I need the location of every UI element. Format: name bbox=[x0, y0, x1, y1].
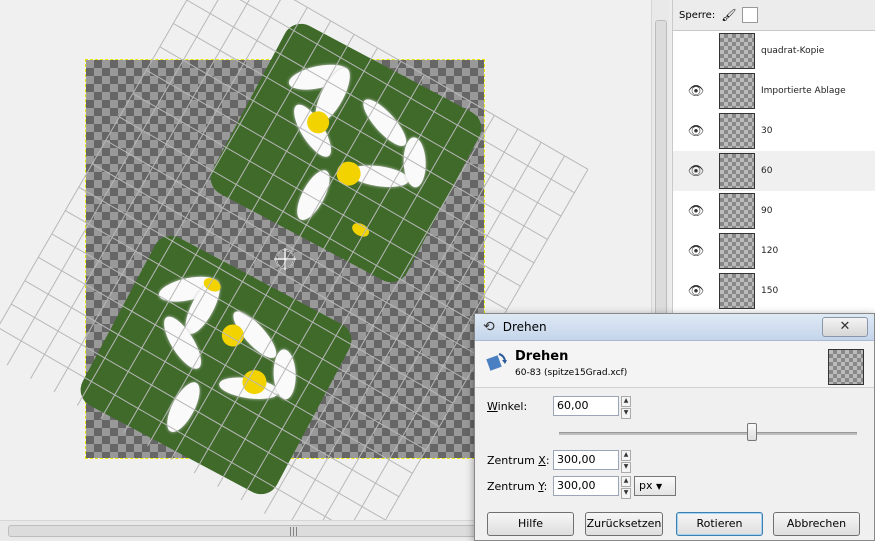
close-icon: ✕ bbox=[839, 319, 851, 334]
layers-panel: Sperre: 🖌 quadrat-Kopie 👁 Importierte Abla… bbox=[672, 0, 875, 320]
eye-icon[interactable]: 👁 bbox=[681, 284, 711, 299]
layer-thumbnail bbox=[719, 193, 755, 229]
layer-thumbnail bbox=[719, 233, 755, 269]
layer-thumbnail bbox=[719, 153, 755, 189]
dialog-titlebar[interactable]: ⟲ Drehen ✕ bbox=[475, 314, 874, 341]
lock-alpha-icon[interactable] bbox=[742, 7, 759, 23]
reset-button[interactable]: Zurücksetzen bbox=[585, 512, 663, 536]
layer-preview-thumbnail bbox=[828, 349, 864, 385]
close-button[interactable]: ✕ bbox=[822, 317, 868, 337]
layer-name: quadrat-Kopie bbox=[761, 46, 825, 56]
rotate-button[interactable]: Rotieren bbox=[676, 512, 763, 536]
unit-select[interactable]: px ▼ bbox=[634, 476, 676, 496]
layer-thumbnail bbox=[719, 273, 755, 309]
rotate-dialog: ⟲ Drehen ✕ Drehen 60-83 (spitze15Grad.xc… bbox=[474, 313, 875, 541]
layer-row[interactable]: 👁 120 bbox=[673, 231, 875, 271]
eye-icon[interactable]: 👁 bbox=[681, 164, 711, 179]
layer-thumbnail bbox=[719, 33, 755, 69]
layer-row[interactable]: quadrat-Kopie bbox=[673, 31, 875, 71]
rotation-center-icon[interactable] bbox=[274, 248, 296, 270]
layer-list: quadrat-Kopie 👁 Importierte Ablage 👁 30 👁 60 👁 9… bbox=[673, 31, 875, 311]
eye-icon[interactable]: 👁 bbox=[681, 84, 711, 99]
grip-icon: ||| bbox=[289, 527, 299, 537]
center-x-stepper[interactable]: ▲ ▼ bbox=[621, 450, 631, 473]
vertical-scroll-thumb[interactable] bbox=[655, 20, 667, 322]
center-x-label: Zentrum X: bbox=[487, 454, 550, 467]
angle-input[interactable]: 60,00 bbox=[553, 396, 619, 416]
layer-row[interactable]: 👁 150 bbox=[673, 271, 875, 311]
eye-icon[interactable]: 👁 bbox=[681, 204, 711, 219]
help-button[interactable]: Hilfe bbox=[487, 512, 574, 536]
center-y-label: Zentrum Y: bbox=[487, 480, 548, 493]
dialog-header: Drehen 60-83 (spitze15Grad.xcf) bbox=[475, 341, 874, 388]
dialog-heading: Drehen bbox=[515, 349, 569, 364]
angle-label: Winkel: bbox=[487, 400, 528, 413]
layer-row[interactable]: 👁 30 bbox=[673, 111, 875, 151]
unit-value: px bbox=[639, 479, 653, 492]
center-y-stepper[interactable]: ▲ ▼ bbox=[621, 476, 631, 499]
chevron-down-icon: ▼ bbox=[656, 482, 663, 491]
angle-stepper[interactable]: ▲ ▼ bbox=[621, 396, 631, 419]
layer-thumbnail bbox=[719, 73, 755, 109]
center-y-input[interactable]: 300,00 bbox=[553, 476, 619, 496]
lock-pixels-icon[interactable]: 🖌 bbox=[721, 8, 736, 22]
layer-name: 30 bbox=[761, 126, 773, 136]
cancel-button[interactable]: Abbrechen bbox=[773, 512, 860, 536]
dialog-subtitle: 60-83 (spitze15Grad.xcf) bbox=[515, 368, 628, 378]
rotate-tool-icon: ⟲ bbox=[483, 319, 495, 335]
angle-slider-track[interactable] bbox=[559, 432, 857, 435]
layer-name: Importierte Ablage bbox=[761, 86, 846, 96]
lock-row: Sperre: 🖌 bbox=[673, 0, 875, 31]
layer-row[interactable]: 👁 60 bbox=[673, 151, 875, 191]
layer-row[interactable]: 👁 Importierte Ablage bbox=[673, 71, 875, 111]
layer-name: 60 bbox=[761, 166, 773, 176]
center-x-input[interactable]: 300,00 bbox=[553, 450, 619, 470]
layer-row[interactable]: 👁 90 bbox=[673, 191, 875, 231]
dialog-window-title: Drehen bbox=[502, 320, 547, 334]
layer-thumbnail bbox=[719, 113, 755, 149]
angle-slider-knob[interactable] bbox=[747, 423, 757, 441]
eye-icon[interactable]: 👁 bbox=[681, 244, 711, 259]
lock-label: Sperre: bbox=[679, 9, 716, 21]
layer-name: 120 bbox=[761, 246, 779, 256]
eye-icon[interactable]: 👁 bbox=[681, 124, 711, 139]
layer-name: 90 bbox=[761, 206, 773, 216]
rotate-icon bbox=[486, 353, 507, 371]
layer-name: 150 bbox=[761, 286, 779, 296]
